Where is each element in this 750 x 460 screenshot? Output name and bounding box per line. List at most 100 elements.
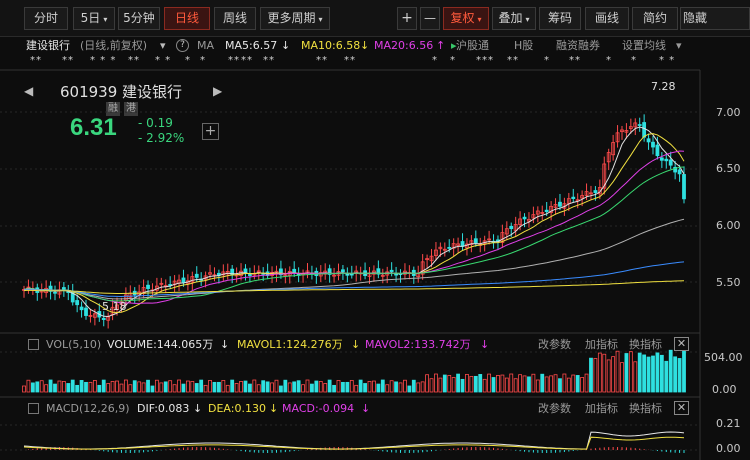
vol-params-button[interactable]: 改参数 (538, 336, 571, 353)
volume-bar (110, 381, 115, 393)
volume-bar (230, 379, 235, 393)
volume-bar (248, 383, 252, 393)
volume-bar (389, 380, 394, 393)
dea-line (23, 436, 685, 450)
volume-bar (438, 377, 443, 393)
close-icon[interactable]: ✕ (674, 337, 689, 351)
volume-bar (584, 373, 589, 393)
volume-bar (478, 374, 483, 393)
volume-bar (659, 354, 664, 393)
volume-bar (101, 379, 106, 393)
volume-bar (620, 362, 624, 393)
volume-bar (527, 376, 531, 393)
volume-bar (460, 378, 465, 393)
volume-bar (239, 381, 243, 393)
macd-label[interactable]: MACD(12,26,9) (46, 400, 130, 417)
volume-bar (61, 381, 66, 393)
volume-bar (154, 379, 159, 393)
volume-bar (318, 381, 323, 393)
volume-bar (70, 379, 75, 393)
volume-bar (677, 358, 682, 393)
volume-bar (434, 373, 438, 393)
volume-bar (425, 374, 429, 393)
mavol2-down-icon: ↓ (480, 338, 490, 351)
volume-bar (673, 356, 678, 393)
candle-body (345, 273, 350, 276)
volume-bar (642, 354, 647, 393)
macd-tick: 0.21 (716, 417, 741, 430)
dif-value: DIF:0.083 (137, 402, 190, 415)
volume-bar (199, 379, 204, 393)
volume-bar (655, 352, 660, 393)
close-icon[interactable]: ✕ (674, 401, 689, 415)
volume-bar (225, 384, 230, 393)
volume-bar (518, 374, 523, 393)
volume-bar (611, 356, 616, 393)
collapse-icon[interactable] (28, 339, 39, 350)
volume-bar (522, 375, 527, 393)
volume-bar (473, 375, 478, 393)
candle-body (677, 169, 682, 175)
price-tick: 6.00 (716, 219, 741, 232)
volume-bar (48, 379, 53, 393)
ma-line (23, 126, 685, 318)
volume-bar (84, 381, 88, 393)
candle-body (509, 225, 514, 230)
candle-body (544, 209, 549, 212)
volume-tick: 504.00 (704, 351, 743, 364)
volume-bar (234, 383, 239, 393)
macd-down-icon: ↓ (361, 402, 371, 415)
volume-bar (341, 381, 345, 393)
volume-bar (132, 380, 137, 393)
kline-chart[interactable] (0, 0, 750, 460)
volume-bar (372, 380, 376, 393)
volume-bar (624, 353, 629, 393)
candle-body (651, 141, 655, 148)
dif-line (23, 431, 685, 450)
high-annotation: 7.28 (651, 80, 676, 93)
volume-bar (633, 361, 638, 393)
volume-bar (26, 379, 31, 393)
macd-params-button[interactable]: 改参数 (538, 400, 571, 417)
volume-bar (194, 383, 199, 393)
volume-bar (606, 359, 611, 393)
volume-bar (119, 383, 124, 393)
ma-line (23, 218, 685, 300)
volume-bar (597, 352, 602, 393)
volume-bar (88, 381, 93, 393)
volume-bar (354, 384, 359, 393)
volume-bar (314, 380, 319, 393)
vol-switch-indicator-button[interactable]: 换指标 (629, 336, 662, 353)
volume-bar (451, 377, 456, 393)
volume-tick: 0.00 (712, 383, 737, 396)
volume-bar (137, 381, 142, 393)
volume-bar (637, 352, 642, 393)
volume-bar (407, 385, 412, 393)
candle-body (248, 274, 252, 276)
volume-bar (79, 380, 84, 393)
volume-header: VOL(5,10) VOLUME:144.065万 ↓ MAVOL1:124.2… (0, 336, 750, 353)
vol-add-indicator-button[interactable]: 加指标 (585, 336, 618, 353)
vol-label[interactable]: VOL(5,10) (46, 336, 101, 353)
macd-add-indicator-button[interactable]: 加指标 (585, 400, 618, 417)
mavol1-down-icon: ↓ (351, 338, 361, 351)
macd-switch-indicator-button[interactable]: 换指标 (629, 400, 662, 417)
volume-bar (615, 350, 620, 393)
candle-body (668, 159, 673, 166)
volume-bar (571, 374, 576, 393)
volume-bar (274, 379, 279, 393)
volume-bar (385, 384, 390, 393)
ma-line (23, 133, 685, 314)
macd-value: MACD:-0.094 (282, 402, 355, 415)
volume-bar (35, 381, 40, 393)
collapse-icon[interactable] (28, 403, 39, 414)
price-tick: 6.50 (716, 162, 741, 175)
candle-body (389, 269, 394, 272)
candle-body (571, 196, 576, 200)
volume-bar (212, 381, 217, 393)
candle-body (473, 238, 478, 244)
candle-body (659, 157, 664, 161)
candle-body (682, 174, 686, 200)
volume-bar (442, 374, 447, 393)
volume-bar (292, 381, 297, 393)
